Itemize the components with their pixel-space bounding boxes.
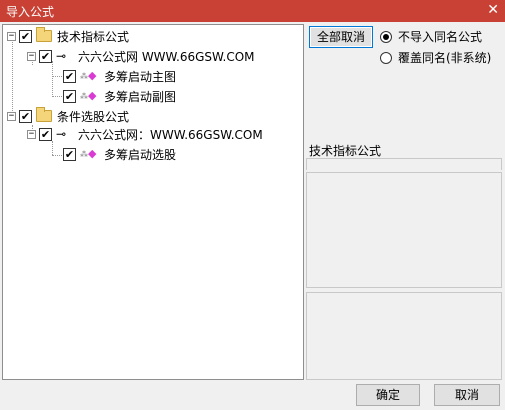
source-label: 六六公式网 WWW.66GSW.COM	[78, 49, 255, 64]
radio-unselected-icon[interactable]	[380, 51, 392, 64]
radio-selected-icon[interactable]	[380, 30, 392, 43]
collapse-icon[interactable]: −	[7, 111, 16, 121]
window-title: 导入公式	[6, 5, 55, 19]
deselect-all-button[interactable]: 全部取消	[309, 26, 373, 48]
option-overwrite-label: 覆盖同名(非系统)	[398, 51, 492, 65]
formula-prefix-icon: ⁂	[80, 92, 88, 101]
collapse-icon[interactable]: −	[27, 51, 36, 61]
option-overwrite[interactable]: 覆盖同名(非系统)	[380, 49, 491, 66]
tree-node-group[interactable]: − ✔ 技术指标公式	[7, 27, 129, 45]
tree-node-formula[interactable]: ✔ ⁂◆ 多筹启动主图	[63, 67, 176, 85]
diamond-icon: ◆	[88, 69, 97, 82]
source-label: 六六公式网：WWW.66GSW.COM	[78, 127, 263, 142]
title-bar: 导入公式 ✕	[0, 0, 505, 22]
key-icon: ⊸	[56, 127, 67, 141]
option-no-import-label: 不导入同名公式	[398, 30, 483, 44]
close-icon[interactable]: ✕	[487, 2, 499, 18]
formula-tree[interactable]: − ✔ 技术指标公式 − ✔ ⊸ 六六公式网 WWW.66GSW.COM ✔ ⁂…	[2, 24, 304, 380]
source-checkbox[interactable]: ✔	[39, 127, 52, 141]
ok-button[interactable]: 确定	[356, 384, 420, 406]
tree-node-source[interactable]: − ✔ ⊸ 六六公式网 WWW.66GSW.COM	[27, 47, 255, 65]
info-panel	[306, 172, 502, 288]
formula-checkbox[interactable]: ✔	[63, 147, 76, 161]
formula-prefix-icon: ⁂	[80, 150, 88, 159]
group-checkbox[interactable]: ✔	[19, 29, 32, 43]
tree-connector	[12, 39, 13, 117]
source-checkbox[interactable]: ✔	[39, 49, 52, 63]
tree-node-formula[interactable]: ✔ ⁂◆ 多筹启动选股	[63, 145, 176, 163]
formula-icon: ⁂◆	[80, 147, 100, 161]
formula-label: 多筹启动选股	[104, 147, 177, 162]
tree-node-formula[interactable]: ✔ ⁂◆ 多筹启动副图	[63, 87, 176, 105]
folder-icon	[36, 107, 52, 122]
group-checkbox[interactable]: ✔	[19, 109, 32, 123]
collapse-icon[interactable]: −	[7, 31, 16, 41]
formula-label: 多筹启动副图	[104, 89, 177, 104]
group-label: 技术指标公式	[57, 29, 130, 44]
tree-node-group[interactable]: − ✔ 条件选股公式	[7, 107, 129, 125]
info-header-strip	[306, 158, 502, 170]
collapse-icon[interactable]: −	[27, 129, 36, 139]
detail-panel	[306, 292, 502, 380]
formula-icon: ⁂◆	[80, 89, 100, 103]
formula-checkbox[interactable]: ✔	[63, 69, 76, 83]
tree-connector	[52, 141, 53, 155]
diamond-icon: ◆	[88, 147, 97, 160]
folder-icon	[36, 27, 52, 42]
formula-prefix-icon: ⁂	[80, 72, 88, 81]
formula-icon: ⁂◆	[80, 69, 100, 83]
key-icon: ⊸	[56, 49, 67, 63]
group-label: 条件选股公式	[57, 109, 130, 124]
info-label: 技术指标公式	[309, 144, 382, 158]
formula-checkbox[interactable]: ✔	[63, 89, 76, 103]
cancel-button[interactable]: 取消	[434, 384, 500, 406]
tree-connector	[52, 61, 53, 97]
option-no-import[interactable]: 不导入同名公式	[380, 28, 482, 45]
tree-node-source[interactable]: − ✔ ⊸ 六六公式网：WWW.66GSW.COM	[27, 125, 263, 143]
diamond-icon: ◆	[88, 89, 97, 102]
formula-label: 多筹启动主图	[104, 69, 177, 84]
